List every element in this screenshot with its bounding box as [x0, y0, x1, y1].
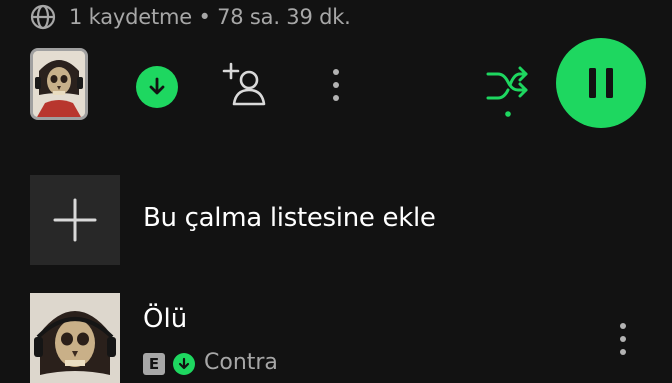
- pause-icon: [589, 68, 613, 98]
- add-to-playlist-label[interactable]: Bu çalma listesine ekle: [143, 203, 436, 233]
- more-options-button[interactable]: [322, 64, 350, 108]
- add-user-icon: [222, 62, 266, 106]
- track-more-options-button[interactable]: [610, 318, 636, 362]
- add-collaborator-button[interactable]: [222, 62, 270, 110]
- add-to-playlist-tile[interactable]: [30, 175, 120, 265]
- pause-button[interactable]: [556, 38, 646, 128]
- skull-artwork-image: [30, 293, 120, 383]
- playlist-cover[interactable]: [30, 48, 88, 120]
- shuffle-icon: [486, 66, 528, 117]
- download-button[interactable]: [136, 66, 178, 108]
- more-vertical-icon: [620, 323, 626, 355]
- track-title[interactable]: Ölü: [143, 304, 187, 334]
- downloaded-badge: [173, 353, 195, 375]
- explicit-badge: E: [143, 353, 165, 375]
- plus-icon: [53, 198, 97, 242]
- globe-icon: [30, 4, 56, 30]
- track-artist[interactable]: Contra: [204, 350, 278, 375]
- more-vertical-icon: [333, 69, 339, 101]
- playlist-meta: 1 kaydetme • 78 sa. 39 dk.: [30, 2, 351, 32]
- track-artwork[interactable]: [30, 293, 120, 383]
- download-icon: [149, 77, 165, 95]
- skull-cover-image: [33, 51, 85, 117]
- downloaded-icon: [178, 357, 190, 370]
- shuffle-button[interactable]: [484, 64, 532, 120]
- playlist-meta-text: 1 kaydetme • 78 sa. 39 dk.: [69, 5, 351, 29]
